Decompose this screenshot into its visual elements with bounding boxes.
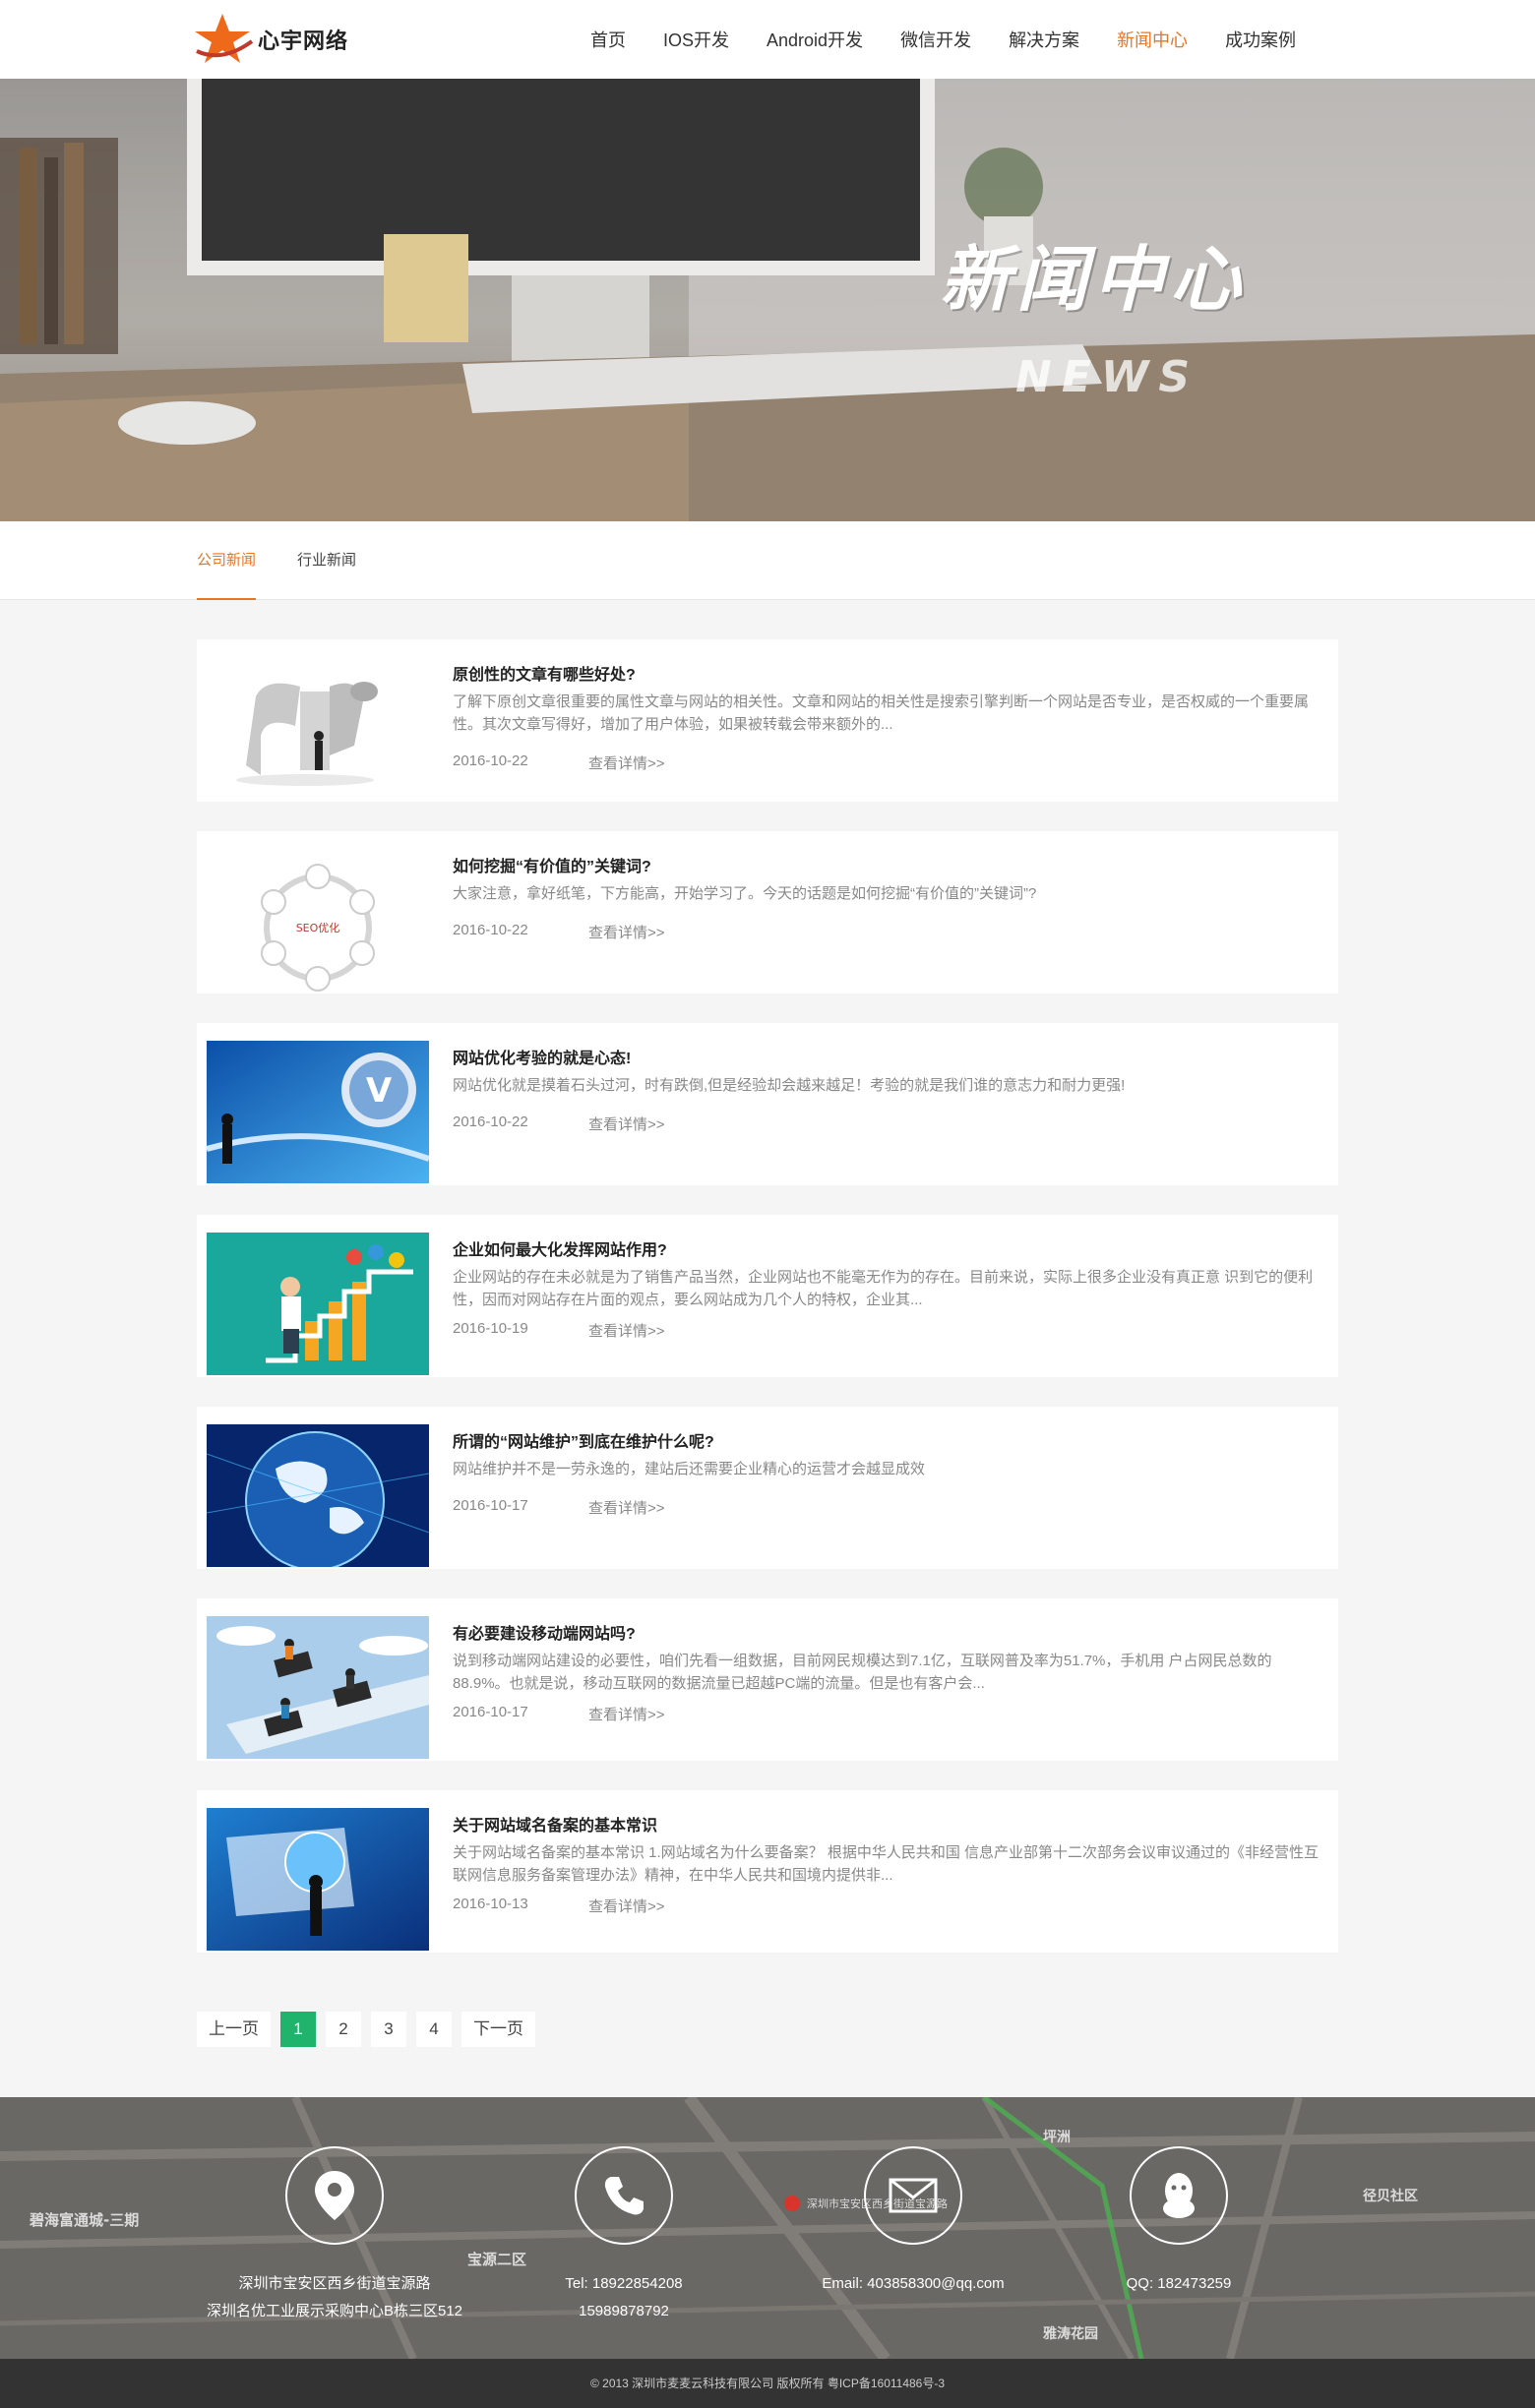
read-more-link[interactable]: 查看详情>>: [588, 922, 665, 942]
contact-qq: QQ: 182473259: [1031, 2146, 1326, 2298]
read-more-link[interactable]: 查看详情>>: [588, 752, 665, 773]
footer: 碧海富通城-三期 宝源二区 径贝社区 雅涛花园 坪洲 深圳市宝安区西乡街道宝源路…: [0, 2097, 1535, 2359]
news-thumbnail: [207, 657, 429, 800]
phone-icon: [575, 2146, 673, 2245]
page-button[interactable]: 2: [326, 2012, 361, 2047]
logo[interactable]: 心宇网络: [193, 12, 348, 67]
news-thumbnail: [207, 1233, 429, 1375]
news-item[interactable]: V 网站优化考验的就是心态! 网站优化就是摸着石头过河，时有跌倒,但是经验却会越…: [197, 1023, 1338, 1185]
svg-text:SEO优化: SEO优化: [296, 921, 340, 934]
nav-solutions[interactable]: 解决方案: [1009, 27, 1079, 52]
news-summary: 大家注意，拿好纸笔，下方能高，开始学习了。今天的话题是如何挖掘“有价值的”关键词…: [453, 885, 1037, 902]
news-date: 2016-10-19: [453, 1320, 528, 1337]
contact-email: Email: 403858300@qq.com: [766, 2146, 1061, 2298]
banner-subtitle: NEWS: [1015, 352, 1200, 402]
news-date: 2016-10-22: [453, 1114, 528, 1130]
nav-ios[interactable]: IOS开发: [663, 27, 729, 52]
news-title[interactable]: 关于网站域名备案的基本常识: [453, 1812, 657, 1836]
page-button[interactable]: 4: [416, 2012, 452, 2047]
banner-image: [0, 79, 1535, 521]
qq-penguin-icon: [1130, 2146, 1228, 2245]
news-item[interactable]: 关于网站域名备案的基本常识 关于网站域名备案的基本常识 1.网站域名为什么要备案…: [197, 1790, 1338, 1953]
nav-news[interactable]: 新闻中心: [1117, 27, 1188, 52]
news-item[interactable]: 原创性的文章有哪些好处? 了解下原创文章很重要的属性文章与网站的相关性。文章和网…: [197, 639, 1338, 802]
svg-text:坪洲: 坪洲: [1043, 2130, 1071, 2145]
star-logo-icon: [195, 14, 254, 63]
news-date: 2016-10-22: [453, 922, 528, 938]
main-nav: 首页 IOS开发 Android开发 微信开发 解决方案 新闻中心 成功案例: [590, 0, 1333, 79]
news-banner: 新闻中心 NEWS: [0, 79, 1535, 521]
nav-wechat[interactable]: 微信开发: [900, 27, 971, 52]
read-more-link[interactable]: 查看详情>>: [588, 1320, 665, 1341]
news-thumbnail: [207, 1424, 429, 1567]
news-summary: 网站维护并不是一劳永逸的，建站后还需要企业精心的运营才会越显成效: [453, 1461, 926, 1477]
site-header: 心宇网络 首页 IOS开发 Android开发 微信开发 解决方案 新闻中心 成…: [0, 0, 1535, 79]
read-more-link[interactable]: 查看详情>>: [588, 1497, 665, 1518]
read-more-link[interactable]: 查看详情>>: [588, 1896, 665, 1916]
svg-text:V: V: [366, 1071, 393, 1111]
phone-number: 15989878792: [579, 2303, 669, 2319]
svg-text:雅涛花园: 雅涛花园: [1043, 2325, 1098, 2342]
tab-industry-news[interactable]: 行业新闻: [297, 521, 356, 600]
contact-address: 深圳市宝安区西乡街道宝源路 深圳名优工业展示采购中心B栋三区512: [187, 2146, 482, 2325]
phone-number: Tel: 18922854208: [565, 2275, 683, 2292]
news-summary: 企业网站的存在未必就是为了销售产品当然，企业网站也不能毫无作为的存在。目前来说，…: [453, 1269, 1314, 1308]
email-address: Email: 403858300@qq.com: [822, 2275, 1005, 2292]
news-category-tabs: 公司新闻 行业新闻: [0, 521, 1535, 600]
tab-company-news[interactable]: 公司新闻: [197, 521, 257, 600]
svg-text:碧海富通城-三期: 碧海富通城-三期: [29, 2211, 139, 2229]
qq-number: QQ: 182473259: [1126, 2275, 1232, 2292]
news-item[interactable]: 所谓的“网站维护”到底在维护什么呢? 网站维护并不是一劳永逸的，建站后还需要企业…: [197, 1407, 1338, 1569]
nav-home[interactable]: 首页: [590, 27, 626, 52]
news-title[interactable]: 所谓的“网站维护”到底在维护什么呢?: [453, 1428, 714, 1452]
news-date: 2016-10-17: [453, 1497, 528, 1514]
address-line: 深圳名优工业展示采购中心B栋三区512: [206, 2303, 463, 2319]
news-summary: 关于网站域名备案的基本常识 1.网站域名为什么要备案？ 根据中华人民共和国 信息…: [453, 1844, 1320, 1884]
news-summary: 说到移动端网站建设的必要性，咱们先看一组数据，目前网民规模达到7.1亿，互联网普…: [453, 1653, 1272, 1692]
news-item[interactable]: 有必要建设移动端网站吗? 说到移动端网站建设的必要性，咱们先看一组数据，目前网民…: [197, 1598, 1338, 1761]
prev-page-button[interactable]: 上一页: [197, 2012, 271, 2047]
news-thumbnail: SEO优化: [207, 849, 429, 992]
news-item[interactable]: 企业如何最大化发挥网站作用? 企业网站的存在未必就是为了销售产品当然，企业网站也…: [197, 1215, 1338, 1377]
news-title[interactable]: 企业如何最大化发挥网站作用?: [453, 1236, 667, 1260]
news-thumbnail: [207, 1808, 429, 1951]
news-title[interactable]: 如何挖掘“有价值的”关键词?: [453, 853, 651, 876]
svg-text:径贝社区: 径贝社区: [1363, 2188, 1418, 2204]
contact-phone: Tel: 18922854208 15989878792: [476, 2146, 771, 2325]
news-summary: 网站优化就是摸着石头过河，时有跌倒,但是经验却会越来越足！考验的就是我们谁的意志…: [453, 1077, 1126, 1094]
copyright-bar: © 2013 深圳市麦麦云科技有限公司 版权所有 粤ICP备16011486号-…: [0, 2359, 1535, 2408]
location-pin-icon: [285, 2146, 384, 2245]
news-title[interactable]: 有必要建设移动端网站吗?: [453, 1620, 636, 1644]
news-date: 2016-10-17: [453, 1704, 528, 1720]
news-thumbnail: V: [207, 1041, 429, 1183]
news-date: 2016-10-22: [453, 752, 528, 769]
news-summary: 了解下原创文章很重要的属性文章与网站的相关性。文章和网站的相关性是搜索引擎判断一…: [453, 693, 1310, 733]
news-title[interactable]: 原创性的文章有哪些好处?: [453, 661, 636, 685]
mail-icon: [864, 2146, 962, 2245]
page-button[interactable]: 3: [371, 2012, 406, 2047]
read-more-link[interactable]: 查看详情>>: [588, 1704, 665, 1724]
read-more-link[interactable]: 查看详情>>: [588, 1114, 665, 1134]
nav-android[interactable]: Android开发: [767, 27, 863, 52]
next-page-button[interactable]: 下一页: [461, 2012, 535, 2047]
address-line: 深圳市宝安区西乡街道宝源路: [238, 2275, 431, 2292]
nav-cases[interactable]: 成功案例: [1225, 27, 1296, 52]
news-title[interactable]: 网站优化考验的就是心态!: [453, 1045, 631, 1068]
news-thumbnail: [207, 1616, 429, 1759]
brand-name: 心宇网络: [258, 29, 349, 53]
news-date: 2016-10-13: [453, 1896, 528, 1912]
news-item[interactable]: SEO优化 如何挖掘“有价值的”关键词? 大家注意，拿好纸笔，下方能高，开始学习…: [197, 831, 1338, 993]
banner-title: 新闻中心: [940, 238, 1248, 321]
page-button[interactable]: 1: [280, 2012, 316, 2047]
pagination: 上一页 1 2 3 4 下一页: [197, 2012, 545, 2047]
